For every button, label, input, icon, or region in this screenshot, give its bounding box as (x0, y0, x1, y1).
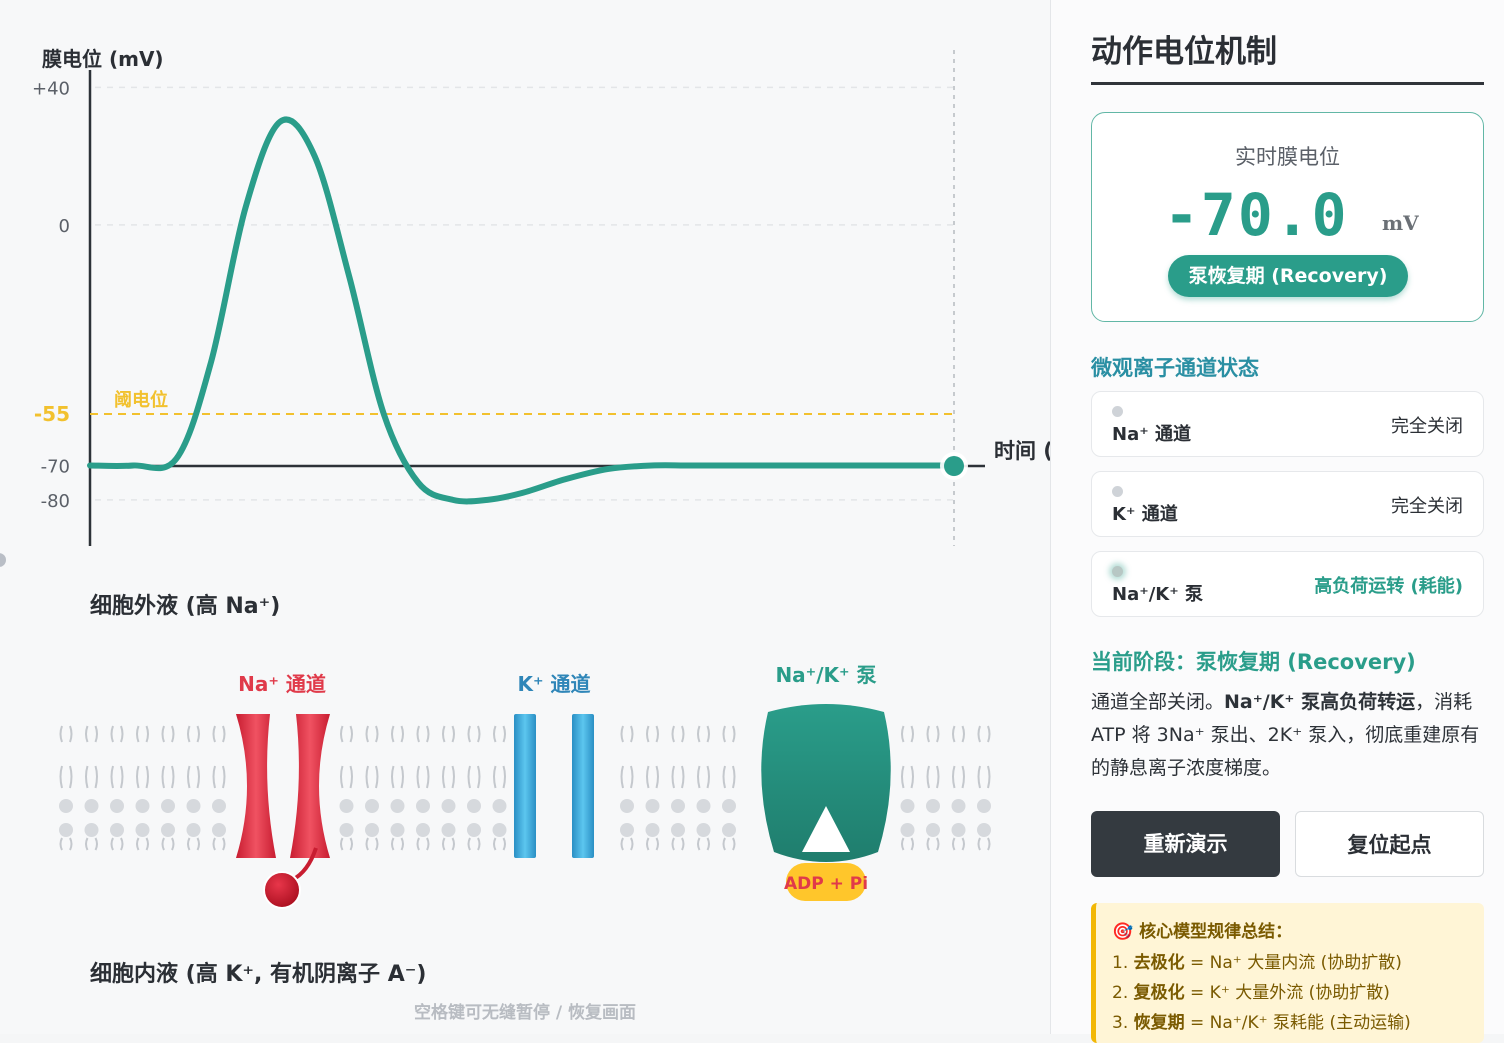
stage-title: 当前阶段：泵恢复期 (Recovery) (1091, 650, 1416, 674)
phospholipid (84, 725, 99, 851)
intracellular-label: 细胞内液 (高 K⁺, 有机阴离子 A⁻) (90, 962, 427, 987)
channel-state: 高负荷运转 (耗能) (1314, 576, 1463, 597)
k-channel-label: K⁺ 通道 (517, 672, 590, 696)
phospholipid (110, 725, 124, 851)
phospholipid (671, 725, 685, 851)
phospholipid (59, 725, 73, 851)
phospholipid (135, 725, 150, 851)
channel-state: 完全关闭 (1391, 496, 1463, 517)
keyboard-hint: 空格键可无缝暂停 / 恢复画面 (413, 1003, 637, 1023)
info-panel: 动作电位机制 实时膜电位 -70.0 mV 泵恢复期 (Recovery) 微观… (1050, 0, 1504, 1043)
phospholipid (467, 725, 481, 851)
status-dot (1112, 486, 1123, 497)
stage-description: 通道全部关闭。Na⁺/K⁺ 泵高负荷转运，消耗 ATP 将 3Na⁺ 泵出、2K… (1091, 691, 1480, 779)
na-channel[interactable] (236, 714, 330, 909)
k-channel-status: K⁺ 通道 完全关闭 (1091, 471, 1484, 537)
channel-name: Na⁺/K⁺ 泵 (1112, 584, 1204, 605)
channel-name: K⁺ 通道 (1112, 504, 1178, 525)
phospholipid (441, 725, 456, 851)
phospholipid (212, 725, 226, 851)
summary-title: 🎯 核心模型规律总结： (1112, 922, 1293, 942)
summary-item: 2. 复极化 = K⁺ 大量外流 (协助扩散) (1112, 983, 1390, 1003)
phospholipid (492, 725, 507, 851)
status-dot (1112, 566, 1123, 577)
phospholipid (926, 725, 940, 851)
phospholipid (977, 725, 991, 851)
replay-button[interactable]: 重新演示 (1091, 811, 1280, 877)
channel-state: 完全关闭 (1391, 416, 1463, 437)
phospholipid (696, 725, 711, 851)
phospholipid (900, 725, 915, 851)
na-channel-status: Na⁺ 通道 完全关闭 (1091, 391, 1484, 457)
adp-label: ADP + Pi (784, 874, 868, 894)
channel-name: Na⁺ 通道 (1112, 424, 1191, 445)
visualization-area: +40 0 -55 -70 -80 阈电位 膜电位 (mV) 时间 ( 细胞外液 (高 … (0, 0, 1050, 1034)
summary-item: 1. 去极化 = Na⁺ 大量内流 (协助扩散) (1112, 953, 1402, 973)
phospholipid (416, 725, 430, 851)
phospholipid (339, 725, 354, 851)
summary-box: 🎯 核心模型规律总结： 1. 去极化 = Na⁺ 大量内流 (协助扩散) 2. … (1091, 903, 1484, 1043)
status-dot (1112, 406, 1123, 417)
cell-membrane-diagram: Na⁺ 通道 K⁺ 通道 Na⁺/K⁺ 泵 ADP + Pi (59, 663, 991, 909)
phospholipid (620, 725, 634, 851)
phospholipid (390, 725, 405, 851)
phospholipid (645, 725, 660, 851)
phospholipid (161, 725, 175, 851)
live-potential-value: -70.0 (1164, 181, 1349, 249)
phospholipid (186, 725, 201, 851)
pump-label: Na⁺/K⁺ 泵 (775, 663, 876, 687)
na-channel-label: Na⁺ 通道 (238, 672, 326, 696)
live-potential-unit: mV (1382, 211, 1419, 235)
phospholipid (722, 725, 736, 851)
pump-status: Na⁺/K⁺ 泵 高负荷运转 (耗能) (1091, 551, 1484, 617)
title-divider (1091, 82, 1484, 85)
phospholipid (951, 725, 966, 851)
na-k-pump[interactable] (761, 704, 891, 862)
live-potential-label: 实时膜电位 (1235, 145, 1340, 169)
live-potential-card: 实时膜电位 -70.0 mV 泵恢复期 (Recovery) (1091, 112, 1484, 322)
phospholipid (365, 725, 379, 851)
phase-badge: 泵恢复期 (Recovery) (1168, 255, 1408, 297)
micro-section-title: 微观离子通道状态 (1091, 356, 1259, 380)
reset-button[interactable]: 复位起点 (1295, 811, 1484, 877)
target-icon: 🎯 (1112, 922, 1140, 942)
panel-title: 动作电位机制 (1091, 34, 1277, 70)
k-channel[interactable] (514, 714, 594, 858)
